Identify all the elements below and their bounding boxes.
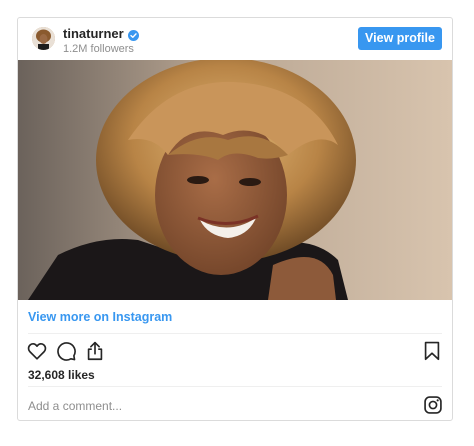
post-photo[interactable] bbox=[18, 60, 452, 300]
post-image bbox=[18, 60, 452, 300]
action-bar bbox=[26, 340, 113, 362]
like-count: 32,608 likes bbox=[28, 368, 95, 382]
comment-bubble-icon[interactable] bbox=[55, 340, 77, 362]
username[interactable]: tinaturner bbox=[63, 26, 124, 41]
instagram-embed-card: tinaturner 1.2M followers View profile V… bbox=[17, 17, 453, 421]
view-more-on-instagram-link[interactable]: View more on Instagram bbox=[28, 309, 172, 325]
divider bbox=[28, 333, 442, 334]
add-comment-input[interactable] bbox=[28, 396, 408, 416]
bookmark-icon[interactable] bbox=[421, 340, 443, 362]
heart-icon[interactable] bbox=[26, 340, 48, 362]
avatar[interactable] bbox=[32, 27, 55, 50]
post-header: tinaturner 1.2M followers View profile bbox=[18, 18, 452, 60]
share-upload-icon[interactable] bbox=[84, 340, 106, 362]
avatar-image bbox=[32, 27, 55, 50]
username-row: tinaturner bbox=[63, 26, 139, 41]
divider bbox=[28, 386, 442, 387]
user-info: tinaturner 1.2M followers bbox=[63, 26, 139, 56]
follower-count: 1.2M followers bbox=[63, 43, 134, 55]
view-profile-button[interactable]: View profile bbox=[358, 27, 442, 50]
instagram-logo-icon[interactable] bbox=[423, 395, 443, 415]
verified-badge-icon bbox=[127, 28, 139, 41]
